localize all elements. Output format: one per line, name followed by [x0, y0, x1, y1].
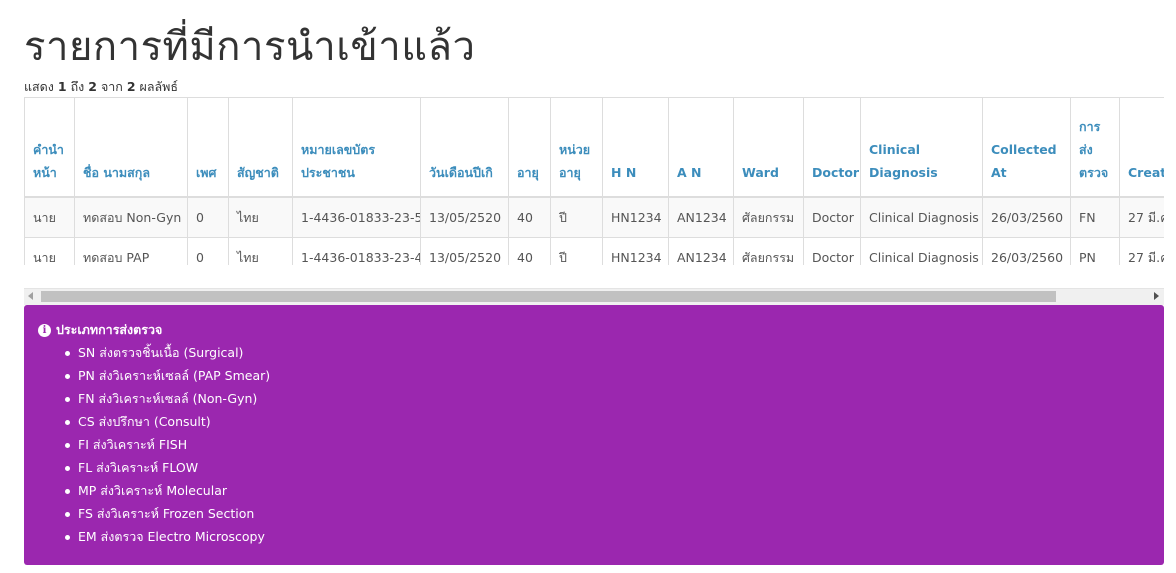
list-item: EM ส่งตรวจ Electro Microscopy: [65, 525, 1150, 548]
page-title: รายการที่มีการนำเข้าแล้ว: [24, 24, 476, 70]
list-item: FN ส่งวิเคราะห์เซลล์ (Non-Gyn): [65, 387, 1150, 410]
cell-hn: HN1234: [602, 196, 669, 238]
list-item: CS ส่งปรึกษา (Consult): [65, 410, 1150, 433]
cell-name: ทดสอบ Non-Gyn: [74, 196, 188, 238]
summary-to: 2: [88, 79, 97, 94]
col-header-ward[interactable]: Ward: [733, 97, 804, 198]
cell-an: AN1234: [668, 237, 734, 265]
order-type-list: SN ส่งตรวจชิ้นเนื้อ (Surgical) PN ส่งวิเ…: [38, 341, 1150, 548]
cell-collected-at: 26/03/2560: [982, 196, 1071, 238]
col-header-created[interactable]: Created: [1119, 97, 1164, 198]
cell-sex: 0: [187, 196, 229, 238]
cell-nationality: ไทย: [228, 196, 293, 238]
cell-citizen-id: 1-4436-01833-23-5: [292, 196, 421, 238]
imported-table: คำนำหน้า ชื่อ นามสกุล เพศ สัญชาติ หมายเล…: [24, 97, 1164, 265]
cell-hn: HN1234: [602, 237, 669, 265]
col-header-age[interactable]: อายุ: [508, 97, 551, 198]
summary-suffix: ผลลัพธ์: [139, 79, 179, 94]
col-header-birthdate[interactable]: วันเดือนปีเกิ: [420, 97, 509, 198]
col-header-doctor[interactable]: Doctor: [803, 97, 861, 198]
table-row[interactable]: นาย ทดสอบ PAP 0 ไทย 1-4436-01833-23-4 13…: [24, 237, 1164, 265]
cell-created: 27 มี.ค.: [1119, 237, 1164, 265]
col-header-prefix[interactable]: คำนำหน้า: [24, 97, 75, 198]
summary-from: 1: [57, 79, 67, 94]
summary-to-label: ถึง: [70, 79, 85, 94]
cell-nationality: ไทย: [228, 237, 293, 265]
col-header-an[interactable]: A N: [668, 97, 734, 198]
cell-ward: ศัลยกรรม: [733, 237, 804, 265]
cell-an: AN1234: [668, 196, 734, 238]
col-header-clinical-diagnosis[interactable]: Clinical Diagnosis: [860, 97, 983, 198]
cell-citizen-id: 1-4436-01833-23-4: [292, 237, 421, 265]
cell-doctor: Doctor: [803, 237, 861, 265]
cell-name: ทดสอบ PAP: [74, 237, 188, 265]
cell-collected-at: 26/03/2560: [982, 237, 1071, 265]
cell-age: 40: [508, 237, 551, 265]
table-row[interactable]: นาย ทดสอบ Non-Gyn 0 ไทย 1-4436-01833-23-…: [24, 196, 1164, 238]
cell-doctor: Doctor: [803, 196, 861, 238]
result-summary: แสดง 1 ถึง 2 จาก 2 ผลลัพธ์: [24, 77, 178, 97]
summary-prefix: แสดง: [24, 79, 54, 94]
cell-birthdate: 13/05/2520: [420, 196, 509, 238]
cell-age: 40: [508, 196, 551, 238]
col-header-citizen-id[interactable]: หมายเลขบัตรประชาชน: [292, 97, 421, 198]
order-type-info-callout: i ประเภทการส่งตรวจ SN ส่งตรวจชิ้นเนื้อ (…: [24, 305, 1164, 565]
cell-order-type: PN: [1070, 237, 1120, 265]
col-header-nationality[interactable]: สัญชาติ: [228, 97, 293, 198]
col-header-collected-at[interactable]: Collected At: [982, 97, 1071, 198]
list-item: PN ส่งวิเคราะห์เซลล์ (PAP Smear): [65, 364, 1150, 387]
col-header-sex[interactable]: เพศ: [187, 97, 229, 198]
cell-prefix: นาย: [24, 196, 75, 238]
list-item: SN ส่งตรวจชิ้นเนื้อ (Surgical): [65, 341, 1150, 364]
summary-total: 2: [126, 79, 136, 94]
cell-clinical-diagnosis: Clinical Diagnosis: [860, 237, 983, 265]
list-item: MP ส่งวิเคราะห์ Molecular: [65, 479, 1150, 502]
cell-created: 27 มี.ค.: [1119, 196, 1164, 238]
imported-table-container: คำนำหน้า ชื่อ นามสกุล เพศ สัญชาติ หมายเล…: [24, 97, 1164, 265]
col-header-hn[interactable]: H N: [602, 97, 669, 198]
col-header-name[interactable]: ชื่อ นามสกุล: [74, 97, 188, 198]
cell-order-type: FN: [1070, 196, 1120, 238]
scrollbar-thumb[interactable]: [41, 291, 1056, 302]
scroll-right-arrow-icon[interactable]: [1154, 292, 1159, 300]
cell-age-unit: ปี: [550, 196, 603, 238]
cell-clinical-diagnosis: Clinical Diagnosis: [860, 196, 983, 238]
table-header-row: คำนำหน้า ชื่อ นามสกุล เพศ สัญชาติ หมายเล…: [24, 97, 1164, 198]
callout-title-text: ประเภทการส่งตรวจ: [56, 322, 163, 337]
summary-of-label: จาก: [100, 79, 123, 94]
cell-ward: ศัลยกรรม: [733, 196, 804, 238]
cell-age-unit: ปี: [550, 237, 603, 265]
horizontal-scrollbar[interactable]: [24, 288, 1164, 305]
info-circle-icon: i: [38, 323, 51, 337]
cell-birthdate: 13/05/2520: [420, 237, 509, 265]
callout-title: i ประเภทการส่งตรวจ: [38, 322, 1150, 337]
list-item: FS ส่งวิเคราะห์ Frozen Section: [65, 502, 1150, 525]
cell-prefix: นาย: [24, 237, 75, 265]
cell-sex: 0: [187, 237, 229, 265]
list-item: FL ส่งวิเคราะห์ FLOW: [65, 456, 1150, 479]
col-header-order-type[interactable]: การส่งตรวจ: [1070, 97, 1120, 198]
col-header-age-unit[interactable]: หน่วยอายุ: [550, 97, 603, 198]
list-item: FI ส่งวิเคราะห์ FISH: [65, 433, 1150, 456]
scroll-left-arrow-icon[interactable]: [28, 292, 33, 300]
